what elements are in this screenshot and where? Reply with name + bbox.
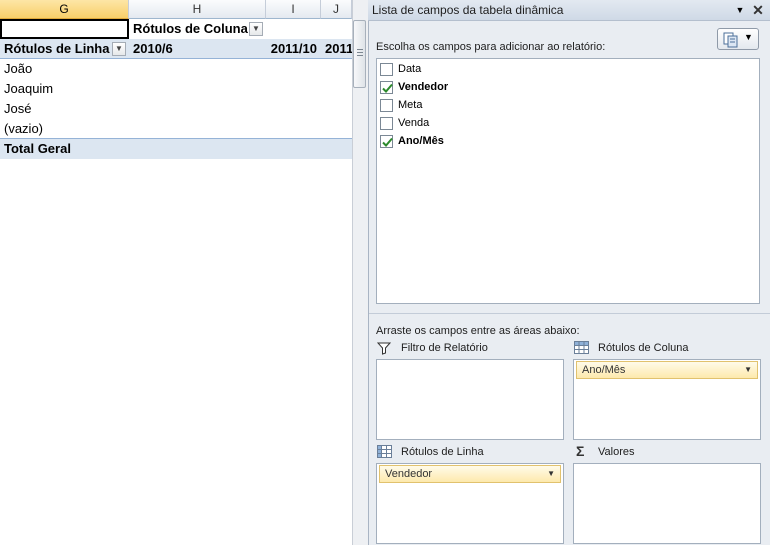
chevron-down-icon: ▼ bbox=[744, 365, 752, 374]
report-filter-label: Filtro de Relatório bbox=[401, 342, 488, 354]
field-data[interactable]: Data bbox=[380, 60, 750, 78]
checkmark-icon bbox=[382, 83, 393, 93]
row-label-cell[interactable]: Joaquim bbox=[0, 79, 129, 99]
checkbox[interactable] bbox=[380, 63, 393, 76]
scrollbar-thumb[interactable] bbox=[353, 20, 366, 88]
checkmark-icon bbox=[382, 137, 393, 147]
row-labels-icon bbox=[377, 445, 392, 458]
column-header-h[interactable]: H bbox=[129, 0, 266, 19]
field-meta[interactable]: Meta bbox=[380, 96, 750, 114]
spreadsheet-grid: G H I J Rótulos de Coluna ▼ Rótulos de L… bbox=[0, 0, 352, 545]
column-labels-area-label: Rótulos de Coluna bbox=[598, 342, 689, 354]
field-chip-ano-mes[interactable]: Ano/Mês ▼ bbox=[576, 361, 758, 379]
chevron-down-icon: ▼ bbox=[735, 5, 745, 15]
close-icon: ✕ bbox=[752, 2, 764, 18]
active-cell[interactable] bbox=[0, 19, 129, 39]
filter-icon bbox=[377, 342, 391, 355]
field-label: Venda bbox=[398, 117, 430, 129]
chevron-down-icon: ▼ bbox=[252, 24, 260, 33]
row-labels-area[interactable]: Vendedor ▼ bbox=[376, 463, 564, 544]
close-button[interactable]: ✕ bbox=[750, 2, 766, 18]
chip-label: Vendedor bbox=[385, 468, 433, 480]
grand-total-cell: Total Geral bbox=[0, 139, 352, 159]
field-vendedor[interactable]: Vendedor bbox=[380, 78, 750, 96]
row-label-cell[interactable]: (vazio) bbox=[0, 119, 129, 139]
column-labels-area[interactable]: Ano/Mês ▼ bbox=[573, 359, 761, 440]
pane-options-button[interactable]: ▼ bbox=[732, 3, 748, 18]
column-value-cell: 2010/6 bbox=[129, 39, 266, 59]
field-label: Data bbox=[398, 63, 422, 75]
checkbox[interactable] bbox=[380, 117, 393, 130]
layout-icon bbox=[723, 32, 738, 48]
field-list-box: Data Vendedor Meta Venda Ano/Mês bbox=[376, 58, 760, 304]
field-ano-mes[interactable]: Ano/Mês bbox=[380, 132, 750, 150]
column-value-cell: 2011 bbox=[321, 39, 352, 59]
field-label: Vendedor bbox=[398, 81, 449, 93]
row-label-cell[interactable]: José bbox=[0, 99, 129, 119]
column-header-g[interactable]: G bbox=[0, 0, 129, 19]
chevron-down-icon: ▼ bbox=[115, 44, 123, 53]
pane-splitter[interactable] bbox=[369, 313, 770, 314]
column-header-i[interactable]: I bbox=[266, 0, 321, 19]
column-header-j[interactable]: J bbox=[321, 0, 352, 19]
column-labels-filter-button[interactable]: ▼ bbox=[249, 22, 263, 36]
checkbox[interactable] bbox=[380, 99, 393, 112]
chip-label: Ano/Mês bbox=[582, 364, 626, 376]
row-labels-area-label: Rótulos de Linha bbox=[401, 446, 484, 458]
row-label-cell[interactable]: João bbox=[0, 59, 129, 79]
checkbox-checked[interactable] bbox=[380, 81, 393, 94]
chevron-down-icon: ▼ bbox=[744, 32, 753, 42]
values-area[interactable] bbox=[573, 463, 761, 544]
checkbox-checked[interactable] bbox=[380, 135, 393, 148]
chevron-down-icon: ▼ bbox=[547, 469, 555, 478]
report-filter-area[interactable] bbox=[376, 359, 564, 440]
field-chip-vendedor[interactable]: Vendedor ▼ bbox=[379, 465, 561, 483]
layout-options-button[interactable]: ▼ bbox=[717, 28, 759, 50]
row-labels-filter-button[interactable]: ▼ bbox=[112, 42, 126, 56]
pane-title: Lista de campos da tabela dinâmica bbox=[368, 0, 770, 21]
field-venda[interactable]: Venda bbox=[380, 114, 750, 132]
column-value-cell: 2011/10 bbox=[266, 39, 321, 59]
field-label: Meta bbox=[398, 99, 423, 111]
sigma-icon: Σ bbox=[576, 443, 585, 459]
field-label: Ano/Mês bbox=[398, 135, 444, 147]
grip-icon bbox=[357, 49, 363, 50]
column-labels-icon bbox=[574, 341, 589, 354]
values-area-label: Valores bbox=[598, 446, 635, 458]
row-labels-cell: Rótulos de Linha bbox=[0, 39, 129, 59]
column-labels-cell: Rótulos de Coluna bbox=[133, 21, 248, 36]
choose-fields-label: Escolha os campos para adicionar ao rela… bbox=[376, 41, 606, 53]
drag-areas-label: Arraste os campos entre as áreas abaixo: bbox=[376, 325, 580, 337]
